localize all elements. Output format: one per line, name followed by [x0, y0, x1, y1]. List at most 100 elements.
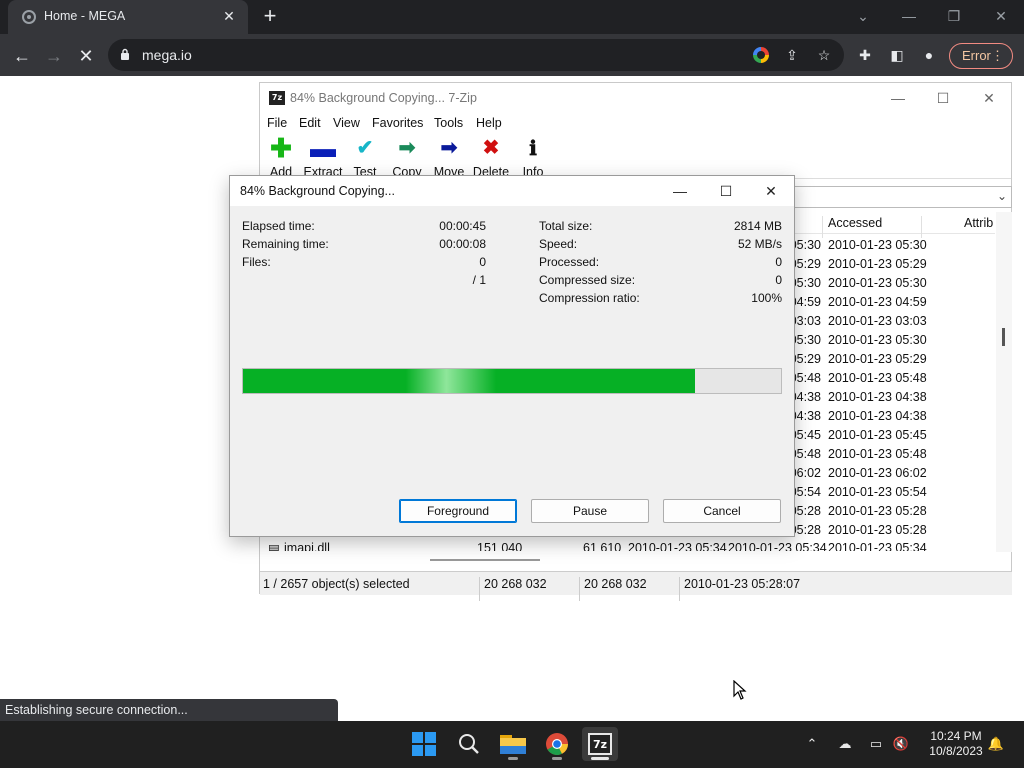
7zip-taskbar-button[interactable]: 7z [582, 727, 618, 761]
network-icon[interactable]: ▭ [867, 735, 885, 753]
chrome-button[interactable] [539, 727, 575, 761]
move-icon: ➡ [440, 137, 458, 159]
column-separator[interactable] [822, 216, 823, 238]
onedrive-icon[interactable]: ☁ [836, 735, 854, 753]
chevron-up-icon[interactable]: ⌃ [803, 735, 821, 753]
running-indicator [552, 757, 562, 760]
chevron-down-icon[interactable]: ⌄ [997, 189, 1007, 203]
bookmark-star-icon[interactable]: ☆ [814, 45, 834, 65]
error-button[interactable]: Error ⋮ [949, 43, 1013, 69]
restore-button[interactable]: ❐ [934, 4, 974, 28]
cell-modified: 2010-01-23 05:34 [628, 541, 727, 551]
move-button[interactable]: ➡ Move [428, 137, 470, 179]
status-separator [679, 577, 680, 601]
horizontal-scrollbar[interactable] [430, 559, 540, 561]
search-button[interactable] [451, 727, 487, 761]
cell-accessed: 2010-01-23 05:30 [828, 333, 927, 347]
forward-button[interactable]: → [40, 42, 68, 70]
menu-view[interactable]: View [333, 116, 360, 130]
extract-icon: ▬ [310, 133, 336, 163]
volume-muted-icon[interactable]: 🔇 [892, 735, 910, 753]
minimize-button[interactable]: — [889, 4, 929, 28]
lock-icon[interactable] [120, 48, 130, 60]
browser-tab[interactable]: Home - MEGA ✕ [8, 0, 248, 34]
tab-title: Home - MEGA [44, 9, 126, 23]
status-separator [479, 577, 480, 601]
close-tab-icon[interactable]: ✕ [220, 7, 238, 25]
speed-value: 52 MB/s [737, 237, 782, 251]
7zip-maximize-button[interactable]: ☐ [923, 87, 963, 109]
new-tab-button[interactable]: + [258, 5, 282, 29]
cell-accessed: 2010-01-23 05:30 [828, 238, 927, 252]
share-icon[interactable]: ⇪ [782, 45, 802, 65]
cell-accessed: 2010-01-23 03:03 [828, 314, 927, 328]
extensions-icon[interactable]: ✚ [854, 44, 876, 66]
progress-bar [242, 368, 782, 394]
scrollbar-thumb[interactable] [1002, 328, 1005, 346]
back-button[interactable]: ← [8, 42, 36, 70]
extract-button[interactable]: ▬ Extract [302, 133, 344, 179]
info-button[interactable]: ℹ Info [512, 137, 554, 179]
7zip-minimize-button[interactable]: — [878, 87, 918, 109]
cell-accessed: 2010-01-23 05:29 [828, 257, 927, 271]
progress-bar-fill [243, 369, 695, 393]
address-bar[interactable]: mega.io ⇪ ☆ [108, 39, 844, 71]
file-icon: ▤ [268, 542, 280, 551]
column-accessed[interactable]: Accessed [828, 216, 882, 230]
menu-file[interactable]: File [267, 116, 287, 130]
error-label: Error [962, 48, 991, 63]
compression-ratio-label: Compression ratio: [539, 291, 640, 305]
table-row[interactable]: ▤ imapi.dll 151 040 61 610 2010-01-23 05… [260, 539, 995, 551]
compressed-size-value: 0 [775, 273, 782, 287]
compressed-size-label: Compressed size: [539, 273, 636, 287]
7zip-menubar: File Edit View Favorites Tools Help [260, 113, 1011, 133]
total-size-value: 2814 MB [733, 219, 782, 233]
tab-search-icon[interactable]: ⌄ [843, 4, 883, 28]
copy-button[interactable]: ➡ Copy [386, 137, 428, 179]
menu-tools[interactable]: Tools [434, 116, 463, 130]
start-button[interactable] [406, 727, 442, 761]
dialog-maximize-button[interactable]: ☐ [706, 180, 746, 202]
dialog-minimize-button[interactable]: — [660, 180, 700, 202]
side-panel-icon[interactable]: ◧ [886, 44, 908, 66]
7zip-window-title: 84% Background Copying... 7-Zip [290, 91, 477, 105]
column-attrib[interactable]: Attrib [964, 216, 993, 230]
notification-bell-icon[interactable]: 🔔 [987, 735, 1005, 753]
dialog-close-button[interactable]: ✕ [751, 180, 791, 202]
menu-favorites[interactable]: Favorites [372, 116, 423, 130]
browser-toolbar: ← → ✕ mega.io ⇪ ☆ ✚ ◧ ● Error ⋮ [0, 34, 1024, 76]
browser-tabstrip: Home - MEGA ✕ + ⌄ — ❐ ✕ [0, 0, 1024, 34]
pause-button[interactable]: Pause [531, 499, 649, 523]
7zip-titlebar: 7z 84% Background Copying... 7-Zip — ☐ ✕ [260, 83, 1011, 113]
copy-icon: ➡ [398, 137, 416, 159]
file-explorer-button[interactable] [495, 727, 531, 761]
test-button[interactable]: ✔ Test [344, 137, 386, 179]
column-separator[interactable] [921, 216, 922, 238]
stop-loading-button[interactable]: ✕ [72, 42, 100, 70]
menu-edit[interactable]: Edit [299, 116, 321, 130]
google-lens-icon[interactable] [753, 47, 769, 63]
foreground-button[interactable]: Foreground [399, 499, 517, 523]
delete-button[interactable]: ✖ Delete [470, 137, 512, 179]
cell-accessed: 2010-01-23 05:54 [828, 485, 927, 499]
remaining-label: Remaining time: [242, 237, 329, 251]
url-text: mega.io [142, 47, 192, 63]
add-button[interactable]: ✚ Add [260, 135, 302, 179]
processed-value: 0 [775, 255, 782, 269]
taskbar-clock[interactable]: 10:24 PM 10/8/2023 [918, 729, 994, 759]
total-size-label: Total size: [539, 219, 593, 233]
cell-accessed: 2010-01-23 05:48 [828, 447, 927, 461]
files-label: Files: [242, 255, 271, 269]
speed-label: Speed: [539, 237, 578, 251]
menu-help[interactable]: Help [476, 116, 502, 130]
7zip-close-button[interactable]: ✕ [969, 87, 1009, 109]
cancel-button[interactable]: Cancel [663, 499, 781, 523]
close-window-button[interactable]: ✕ [981, 4, 1021, 28]
test-icon: ✔ [356, 137, 374, 159]
cell-name: imapi.dll [284, 541, 330, 551]
profile-icon[interactable]: ● [918, 44, 940, 66]
vertical-scrollbar[interactable] [996, 212, 1012, 552]
browser-status-bubble: Establishing secure connection... [0, 699, 338, 721]
cell-size: 151 040 [477, 541, 523, 551]
7zip-app-icon: 7z [269, 91, 285, 105]
